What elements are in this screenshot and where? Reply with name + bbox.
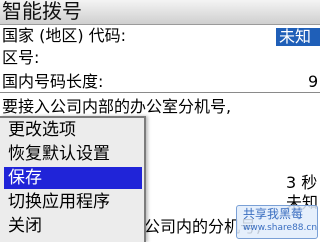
menu-item-restore-defaults[interactable]: 恢复默认设置 <box>4 143 142 165</box>
menu-item-switch-application[interactable]: 切换应用程序 <box>4 191 142 213</box>
country-code-value[interactable]: 未知 <box>276 28 320 46</box>
national-number-length-row[interactable]: 国内号码长度: 9 <box>0 71 320 93</box>
divider <box>0 92 320 93</box>
screen-title: 智能拨号 <box>2 0 82 23</box>
wait-seconds-value[interactable]: 3 秒 <box>286 172 317 194</box>
context-menu: 更改选项 恢复默认设置 保存 切换应用程序 关闭 <box>0 116 146 242</box>
country-code-row[interactable]: 国家 (地区) 代码: 未知 <box>0 25 320 47</box>
title-bar: 智能拨号 <box>0 0 320 25</box>
watermark-text: 共享我黑莓 <box>243 207 304 221</box>
national-number-length-value[interactable]: 9 <box>308 71 318 93</box>
area-code-row[interactable]: 区号: <box>0 47 320 69</box>
extension-description-text: 要接入公司内部的办公室分机号, <box>2 97 232 116</box>
menu-item-save[interactable]: 保存 <box>4 167 142 189</box>
watermark-url: www.share88.cn <box>243 223 318 233</box>
menu-item-close[interactable]: 关闭 <box>4 215 142 237</box>
watermark-logo: 共享我黑莓 www.share88.cn <box>236 205 318 239</box>
national-number-length-label: 国内号码长度: <box>2 72 104 91</box>
country-code-label: 国家 (地区) 代码: <box>2 26 127 45</box>
extension-description-text-2: 公司内的分机号, <box>144 217 262 236</box>
menu-item-change-options[interactable]: 更改选项 <box>4 119 142 141</box>
area-code-label: 区号: <box>2 48 40 67</box>
